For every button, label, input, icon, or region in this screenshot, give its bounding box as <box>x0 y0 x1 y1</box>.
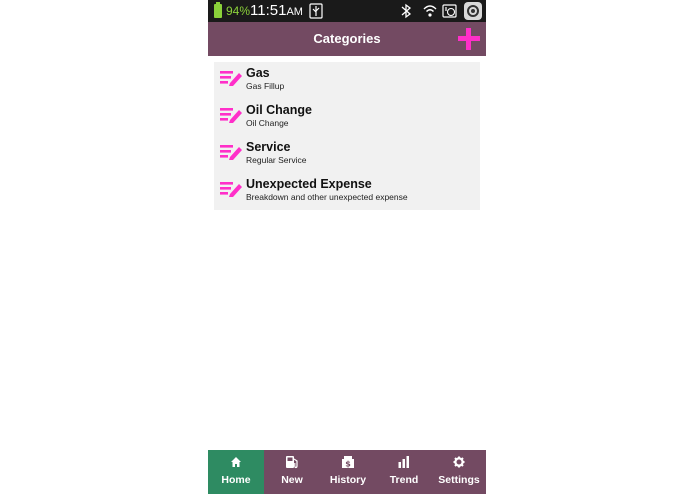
wifi-icon <box>422 3 438 19</box>
category-icon <box>220 71 242 86</box>
category-icon <box>220 145 242 160</box>
item-subtitle: Gas Fillup <box>246 81 285 91</box>
item-title: Gas <box>246 66 270 80</box>
list-item-oil-change[interactable]: Oil Change Oil Change <box>214 99 480 136</box>
clock-ampm: AM <box>286 6 303 18</box>
money-icon: $ <box>320 455 376 469</box>
item-title: Unexpected Expense <box>246 177 372 191</box>
item-title: Oil Change <box>246 103 312 117</box>
list-item-gas[interactable]: Gas Gas Fillup <box>214 62 480 99</box>
home-icon <box>208 455 264 469</box>
clock-time: 11:51 <box>250 2 287 19</box>
tab-label: New <box>281 474 303 486</box>
tab-new[interactable]: New <box>264 450 320 494</box>
item-subtitle: Regular Service <box>246 155 307 165</box>
tab-label: History <box>329 474 367 486</box>
status-clock: 11:51AM <box>250 2 303 19</box>
fuel-pump-icon <box>264 455 320 469</box>
list-item-service[interactable]: Service Regular Service <box>214 136 480 173</box>
category-icon <box>220 108 242 123</box>
svg-text:$: $ <box>345 460 351 469</box>
item-subtitle: Oil Change <box>246 118 289 128</box>
item-title: Service <box>246 140 291 154</box>
battery-percent: 94% <box>226 4 251 18</box>
bar-chart-icon <box>376 455 432 469</box>
camera-icon <box>464 2 482 20</box>
list-item-unexpected-expense[interactable]: Unexpected Expense Breakdown and other u… <box>214 173 480 210</box>
phone-screen: 94% 11:51AM Categories Gas Gas Fillup Oi… <box>208 0 486 494</box>
bottom-nav: Home New $ History Trend Settings <box>208 450 486 494</box>
tab-label: Home <box>221 474 251 486</box>
tab-home[interactable]: Home <box>208 450 264 494</box>
category-list: Gas Gas Fillup Oil Change Oil Change Ser… <box>214 62 480 210</box>
tab-label: Settings <box>438 474 480 486</box>
tab-settings[interactable]: Settings <box>432 450 486 494</box>
category-icon <box>220 182 242 197</box>
page-title: Categories <box>313 31 381 46</box>
gear-icon <box>432 455 486 469</box>
usb-icon <box>309 3 323 19</box>
tab-label: Trend <box>389 474 419 486</box>
data-icon <box>442 3 458 19</box>
bluetooth-icon <box>400 3 412 19</box>
add-category-button[interactable] <box>456 26 482 52</box>
item-subtitle: Breakdown and other unexpected expense <box>246 192 408 202</box>
battery-icon <box>214 2 222 18</box>
tab-trend[interactable]: Trend <box>376 450 432 494</box>
tab-history[interactable]: $ History <box>320 450 376 494</box>
status-bar: 94% 11:51AM <box>208 0 486 22</box>
app-bar: Categories <box>208 22 486 56</box>
